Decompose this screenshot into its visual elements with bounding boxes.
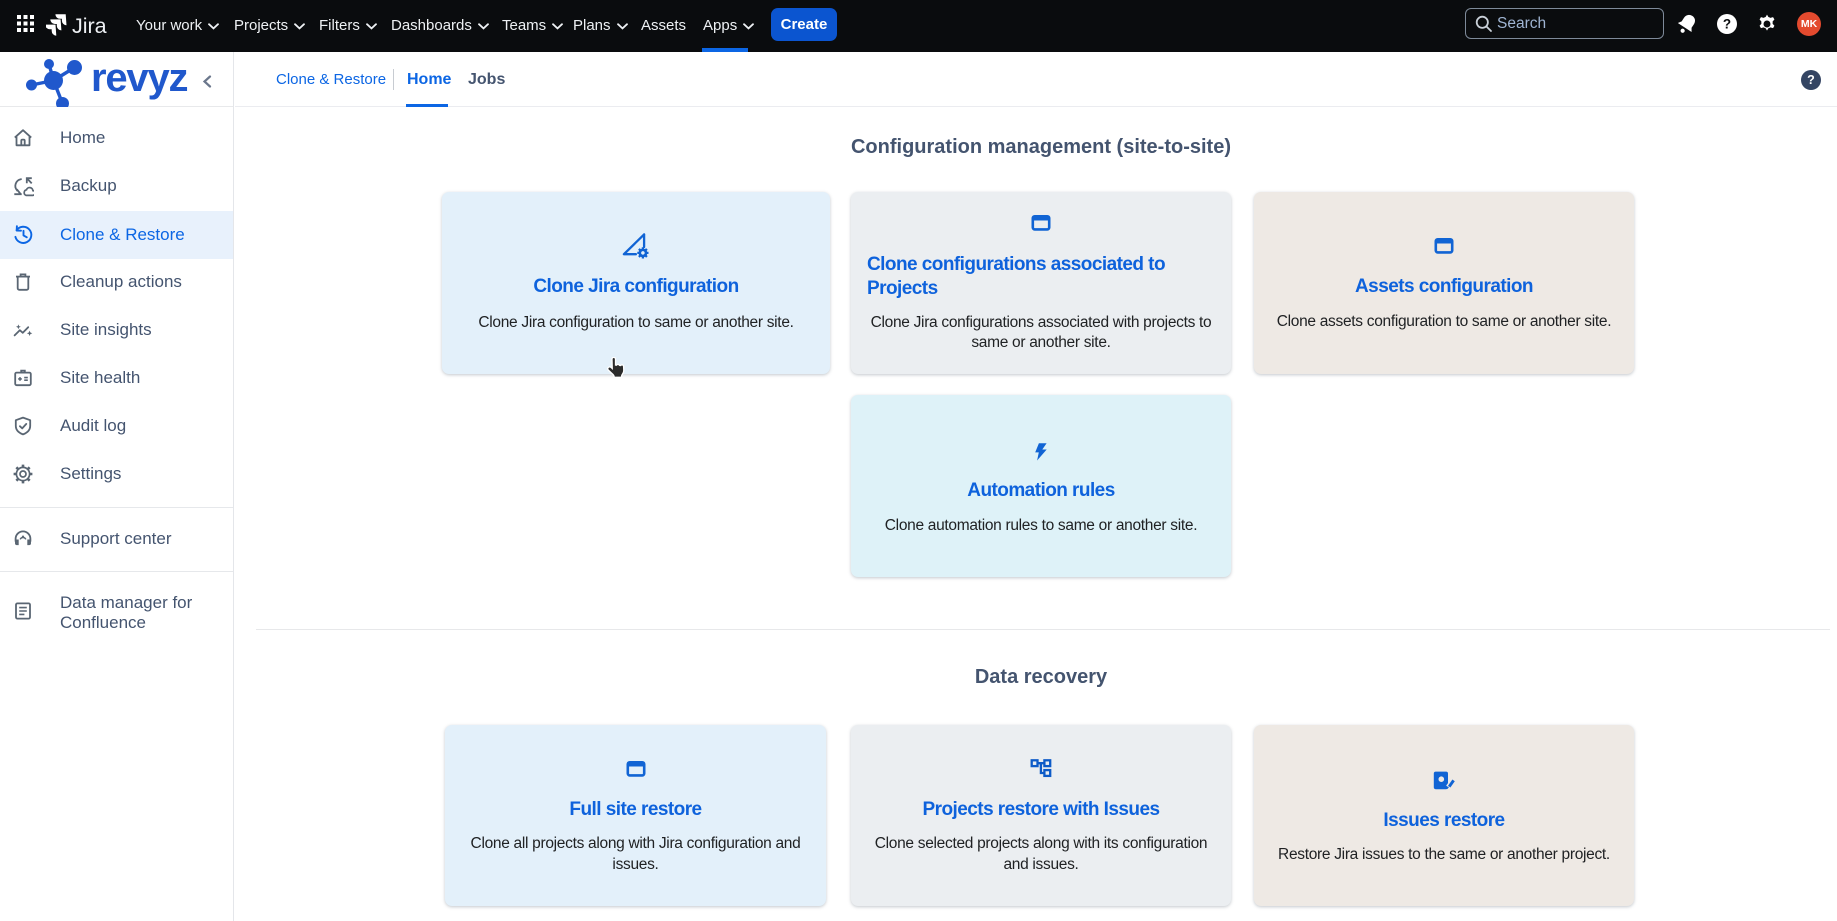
svg-text:?: ? (1723, 17, 1731, 32)
